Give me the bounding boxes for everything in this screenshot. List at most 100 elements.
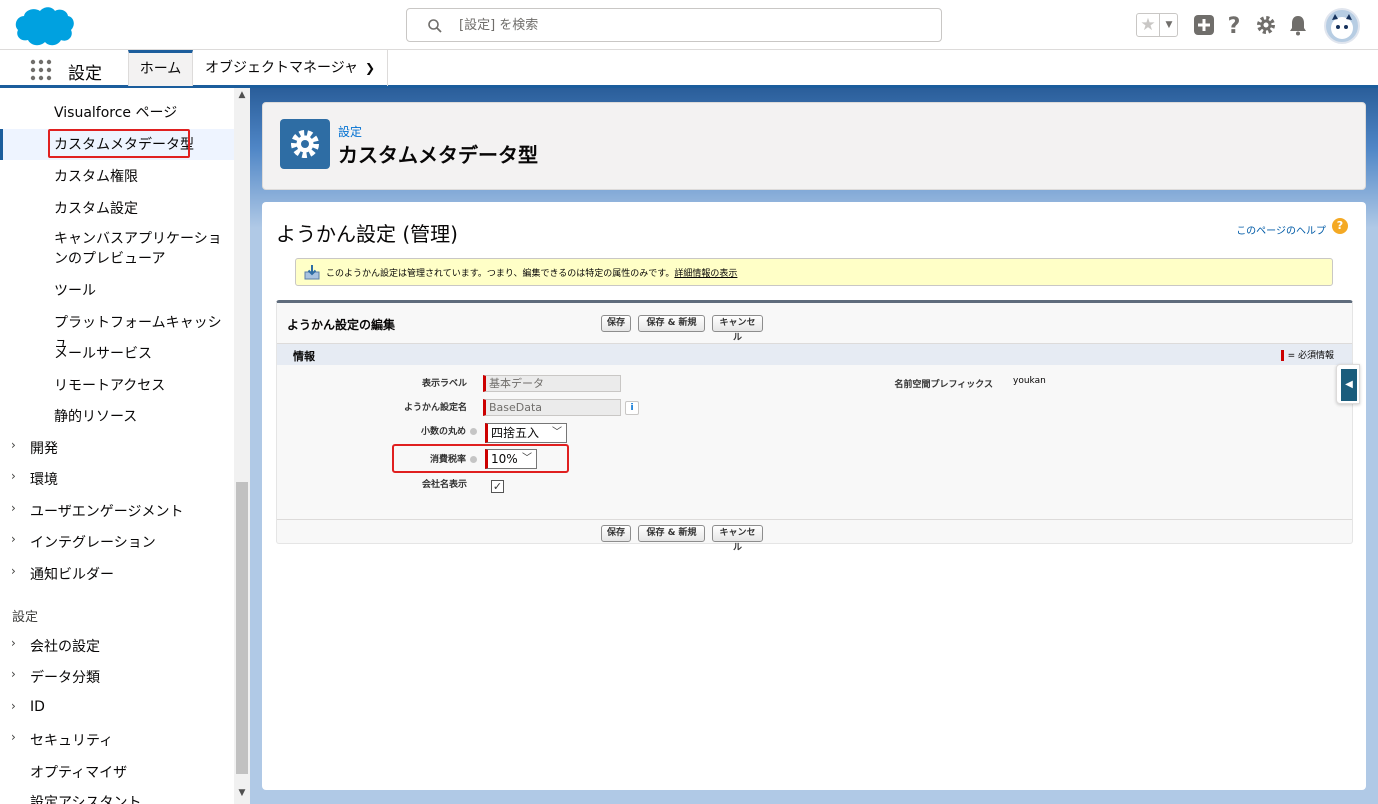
save-new-button-bottom[interactable]: 保存 & 新規 — [638, 525, 705, 542]
page-title: カスタムメタデータ型 — [338, 143, 538, 167]
sidebar-item-setup-assistant[interactable]: 設定アシスタント — [0, 792, 234, 804]
rounding-select[interactable]: 四捨五入 ﹀ — [485, 423, 567, 443]
panel-footer: 保存 保存 & 新規 キャンセル — [277, 519, 1352, 553]
sidebar-item-label: ツール — [54, 283, 96, 299]
sidebar-group-notification-builder[interactable]: › 通知ビルダー — [0, 564, 234, 584]
help-dot-icon[interactable] — [470, 428, 477, 435]
sidebar-item-label: ID — [30, 699, 45, 715]
avatar-icon — [1331, 14, 1353, 39]
sidebar-item-label: 設定アシスタント — [30, 795, 142, 804]
info-icon[interactable]: i — [625, 401, 639, 415]
sidebar-group-identity[interactable]: › ID — [0, 699, 234, 715]
section-header: 情報 = 必須情報 — [277, 343, 1352, 365]
tab-object-manager-label: オブジェクトマネージャ — [205, 60, 359, 76]
help-circle-icon[interactable]: ? — [1332, 218, 1348, 234]
sidebar-group-environments[interactable]: › 環境 — [0, 469, 234, 489]
save-button[interactable]: 保存 — [601, 315, 631, 332]
global-search[interactable] — [406, 8, 942, 42]
sidebar-item-label: セキュリティ — [30, 733, 114, 749]
chevron-right-icon: › — [11, 730, 16, 744]
gear-icon[interactable] — [1254, 13, 1278, 37]
record-title: ようかん設定 (管理) — [276, 222, 458, 246]
sidebar-group-company-settings[interactable]: › 会社の設定 — [0, 636, 234, 656]
info-text: このようかん設定は管理されています。つまり、編集できるのは特定の属性のみです。詳… — [326, 266, 737, 279]
sidebar-item-label: カスタム設定 — [54, 201, 138, 217]
tab-home[interactable]: ホーム — [128, 50, 193, 86]
info-message: このようかん設定は管理されています。つまり、編集できるのは特定の属性のみです。 — [326, 269, 675, 279]
sidebar-item-static-resources[interactable]: 静的リソース — [0, 406, 234, 426]
chevron-down-icon: ﹀ — [552, 427, 562, 438]
sidebar-item-label: データ分類 — [30, 670, 100, 686]
cancel-button[interactable]: キャンセル — [712, 315, 763, 343]
chevron-down-icon[interactable]: ❯ — [365, 50, 375, 86]
help-icon[interactable]: ? — [1222, 13, 1246, 37]
chevron-right-icon: › — [11, 469, 16, 483]
record-edit-content: ようかん設定 (管理) このページのヘルプ ? このようかん設定は管理されていま… — [262, 202, 1366, 790]
sidebar-item-label: 開発 — [30, 441, 58, 457]
app-launcher-icon[interactable] — [30, 59, 52, 81]
name-field[interactable]: BaseData — [483, 399, 621, 416]
sidebar-group-user-engagement[interactable]: › ユーザエンゲージメント — [0, 501, 234, 521]
chevron-right-icon: › — [11, 501, 16, 515]
star-icon[interactable]: ★ — [1137, 14, 1160, 36]
required-legend: = 必須情報 — [1280, 348, 1334, 361]
sidebar-group-integrations[interactable]: › インテグレーション — [0, 532, 234, 552]
search-icon — [428, 19, 442, 33]
save-button-bottom[interactable]: 保存 — [601, 525, 631, 542]
required-marker — [1280, 350, 1284, 361]
user-avatar[interactable] — [1324, 8, 1360, 44]
sidebar-item-email-services[interactable]: メールサービス — [0, 343, 234, 363]
sidebar-group-data-classification[interactable]: › データ分類 — [0, 667, 234, 687]
app-title: 設定 — [68, 64, 102, 84]
chevron-right-icon: › — [11, 636, 16, 650]
field-label-company-name: 会社名表示 — [421, 480, 467, 490]
favorites-control[interactable]: ★ ▼ — [1136, 13, 1178, 37]
search-input[interactable] — [459, 15, 929, 35]
company-name-checkbox[interactable]: ✓ — [491, 480, 504, 493]
panel-title: ようかん設定の編集 — [287, 318, 396, 332]
page-eyebrow[interactable]: 設定 — [338, 123, 362, 140]
main-content-area: 設定 カスタムメタデータ型 ようかん設定 (管理) このページのヘルプ ? この… — [250, 88, 1378, 804]
sidebar-item-custom-permissions[interactable]: カスタム権限 — [0, 166, 234, 186]
setup-gear-icon — [280, 119, 330, 169]
tab-object-manager[interactable]: オブジェクトマネージャ ❯ — [193, 50, 388, 86]
sidebar-scrollbar[interactable]: ▲ ▼ — [234, 88, 250, 804]
sidebar-item-label: オプティマイザ — [30, 765, 128, 781]
chevron-left-icon: ◀ — [1341, 369, 1357, 401]
sidebar-item-label: 会社の設定 — [30, 639, 100, 655]
sidebar-item-label: インテグレーション — [30, 535, 156, 551]
highlight-box-sidebar — [48, 129, 190, 158]
sidebar-group-security[interactable]: › セキュリティ — [0, 730, 234, 750]
managed-info-banner: このようかん設定は管理されています。つまり、編集できるのは特定の属性のみです。詳… — [295, 258, 1333, 286]
sidebar-item-tools[interactable]: ツール — [0, 280, 234, 300]
cancel-button-bottom[interactable]: キャンセル — [712, 525, 763, 553]
sidebar-item-visualforce[interactable]: Visualforce ページ — [0, 102, 234, 122]
label-field[interactable]: 基本データ — [483, 375, 621, 392]
chevron-right-icon: › — [11, 699, 16, 713]
chevron-right-icon: › — [11, 532, 16, 546]
chevron-down-icon[interactable]: ▼ — [1160, 14, 1178, 36]
sidebar-item-canvas-previewer[interactable]: キャンバスアプリケーションのプレビューア — [0, 229, 230, 269]
side-panel-toggle[interactable]: ◀ — [1336, 364, 1360, 404]
sidebar-item-custom-settings[interactable]: カスタム設定 — [0, 198, 234, 218]
app-navigation: 設定 ホーム オブジェクトマネージャ ❯ — [0, 50, 1378, 88]
details-link[interactable]: 詳細情報の表示 — [674, 269, 737, 279]
sidebar-item-label: 通知ビルダー — [30, 567, 114, 583]
add-icon[interactable] — [1192, 13, 1216, 37]
page-header: 設定 カスタムメタデータ型 — [262, 102, 1366, 190]
scroll-up-icon[interactable]: ▲ — [234, 90, 250, 104]
salesforce-logo[interactable] — [14, 5, 76, 47]
help-link[interactable]: このページのヘルプ — [1236, 222, 1326, 237]
sidebar-item-label: カスタム権限 — [54, 169, 138, 185]
field-label-rounding: 小数の丸め — [337, 424, 477, 437]
sidebar-item-remote-access[interactable]: リモートアクセス — [0, 375, 234, 395]
sidebar-item-label: リモートアクセス — [54, 378, 166, 394]
bell-icon[interactable] — [1286, 13, 1310, 37]
sidebar-section-heading: 設定 — [12, 610, 39, 625]
scrollbar-thumb[interactable] — [236, 482, 248, 774]
sidebar-group-development[interactable]: › 開発 — [0, 438, 234, 458]
save-new-button[interactable]: 保存 & 新規 — [638, 315, 705, 332]
scroll-down-icon[interactable]: ▼ — [234, 788, 250, 802]
svg-text:?: ? — [1228, 14, 1241, 37]
sidebar-item-optimizer[interactable]: オプティマイザ — [0, 762, 234, 782]
